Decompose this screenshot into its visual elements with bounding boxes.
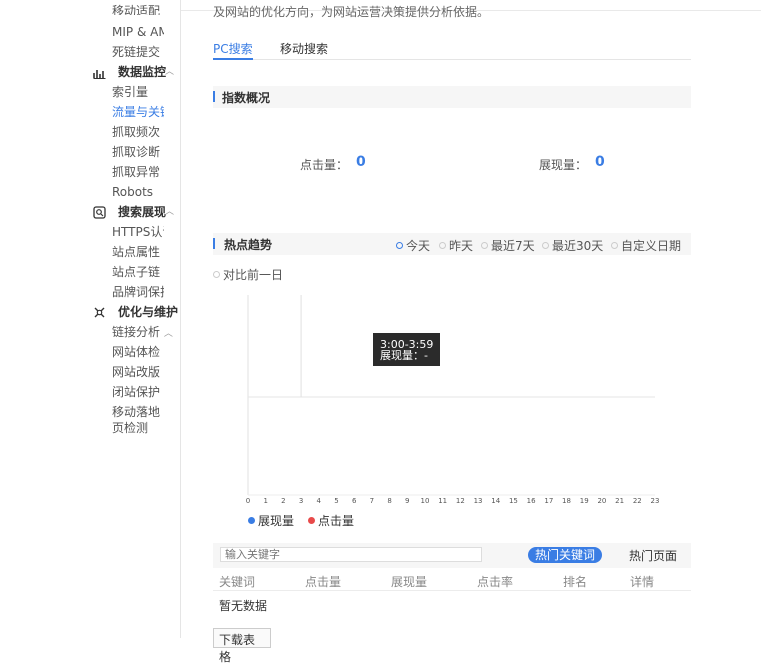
sidebar-item-site-check[interactable]: 网站体检 <box>112 344 160 360</box>
sidebar-item-site-attr[interactable]: 站点属性 <box>112 244 160 260</box>
x-tick-label: 0 <box>246 497 250 505</box>
sidebar-item-crawl-freq[interactable]: 抓取频次 <box>112 124 160 140</box>
download-table-button[interactable]: 下载表格 <box>213 628 271 664</box>
x-tick-label: 2 <box>281 497 285 505</box>
impressions-value[interactable]: 0 <box>595 154 605 170</box>
x-tick-label: 3 <box>299 497 303 505</box>
section-marker <box>213 238 215 249</box>
x-tick-label: 16 <box>527 497 536 505</box>
column-header-ctr[interactable]: 点击率 <box>477 573 513 590</box>
x-tick-label: 19 <box>580 497 589 505</box>
sidebar-item-close-protect[interactable]: 闭站保护 <box>112 384 160 400</box>
column-header-keyword[interactable]: 关键词 <box>219 573 255 590</box>
x-tick-label: 6 <box>352 497 357 505</box>
clicks-value[interactable]: 0 <box>356 154 366 170</box>
column-header-rank[interactable]: 排名 <box>563 573 587 590</box>
sidebar-item-robots[interactable]: Robots <box>112 184 153 200</box>
x-tick-label: 22 <box>633 497 642 505</box>
hot-trend-chart[interactable]: 0 1 2 3 4 5 6 7 8 9 10 11 12 13 14 15 16 17 18 19 20 21 22 23 <box>240 290 670 510</box>
legend-dot <box>248 517 255 524</box>
sidebar-item-link-analysis[interactable]: 链接分析 ︿ <box>112 324 173 342</box>
column-header-impressions[interactable]: 展现量 <box>391 573 427 590</box>
section-marker <box>213 91 215 102</box>
column-header-detail[interactable]: 详情 <box>630 573 654 590</box>
sidebar-group-search[interactable]: 搜索展现 <box>118 204 166 220</box>
page-description: 及网站的优化方向，为网站运营决策提供分析依据。 <box>213 5 490 19</box>
keyword-search-input[interactable] <box>220 547 482 562</box>
x-tick-label: 14 <box>491 497 500 505</box>
sidebar-item-https[interactable]: HTTPS认证 <box>112 224 164 240</box>
x-tick-label: 15 <box>509 497 518 505</box>
x-tick-label: 17 <box>544 497 553 505</box>
overview-title: 指数概况 <box>222 91 271 105</box>
range-30days-radio[interactable]: 最近30天 <box>542 237 603 254</box>
x-tick-label: 1 <box>263 497 267 505</box>
x-tick-label: 10 <box>420 497 429 505</box>
range-yesterday-radio[interactable]: 昨天 <box>439 237 473 254</box>
active-tab-indicator <box>213 58 253 60</box>
legend-clicks[interactable]: 点击量 <box>308 512 354 529</box>
sidebar-item-mobile-landing[interactable]: 移动落地页检测 <box>112 404 164 436</box>
tooltip-line: 展现量：- <box>380 349 428 362</box>
sidebar-item-brand[interactable]: 品牌词保护 <box>112 284 164 300</box>
sidebar: 移动适配 MIP & AMP 死链提交 数据监控 ︿ 索引量 流量与关键词 抓取… <box>0 0 181 638</box>
x-tick-label: 23 <box>651 497 660 505</box>
sidebar-item-deadlink[interactable]: 死链提交 <box>112 44 160 60</box>
x-tick-label: 7 <box>370 497 374 505</box>
x-tick-label: 9 <box>405 497 409 505</box>
x-tick-label: 18 <box>562 497 571 505</box>
tab-mobile-search[interactable]: 移动搜索 <box>280 40 328 57</box>
search-display-icon <box>92 205 106 219</box>
empty-state-text: 暂无数据 <box>219 599 268 613</box>
sidebar-item-mobile-adapt[interactable]: 移动适配 <box>112 3 160 15</box>
sidebar-item-sitelinks[interactable]: 站点子链 <box>112 264 160 280</box>
x-tick-label: 8 <box>387 497 391 505</box>
chevron-up-icon[interactable]: ︿ <box>165 64 174 80</box>
legend-dot <box>308 517 315 524</box>
hot-pages-tab[interactable]: 热门页面 <box>629 547 677 564</box>
range-today-radio[interactable]: 今天 <box>396 237 430 254</box>
hot-trend-title: 热点趋势 <box>224 238 273 252</box>
sidebar-item-crawl-diag[interactable]: 抓取诊断 <box>112 144 160 160</box>
tab-pc-search[interactable]: PC搜索 <box>213 40 253 57</box>
range-7days-radio[interactable]: 最近7天 <box>481 237 535 254</box>
sidebar-group-monitor[interactable]: 数据监控 <box>118 64 166 80</box>
chart-tooltip: 3:00-3:59 展现量：- <box>373 333 440 366</box>
sidebar-item-crawl-error[interactable]: 抓取异常 <box>112 164 160 180</box>
optimize-icon <box>92 305 106 319</box>
range-custom-radio[interactable]: 自定义日期 <box>611 237 681 254</box>
sidebar-item-revamp[interactable]: 网站改版 <box>112 364 160 380</box>
sidebar-group-optimize[interactable]: 优化与维护 <box>118 304 178 320</box>
x-tick-label: 5 <box>334 497 338 505</box>
clicks-label: 点击量： <box>300 158 349 172</box>
sidebar-item-index[interactable]: 索引量 <box>112 84 148 100</box>
compare-prev-day-checkbox[interactable]: 对比前一日 <box>213 266 283 283</box>
x-tick-label: 13 <box>474 497 483 505</box>
sidebar-item-mip-amp[interactable]: MIP & AMP <box>112 24 164 40</box>
overview-header: 指数概况 <box>213 86 691 108</box>
table-divider <box>213 590 691 591</box>
x-tick-label: 20 <box>597 497 606 505</box>
search-type-tabs: PC搜索 移动搜索 <box>213 38 691 60</box>
chart-bars-icon <box>92 66 106 80</box>
x-tick-label: 12 <box>456 497 465 505</box>
chevron-up-icon[interactable]: ︿ <box>165 204 174 220</box>
keyword-toolbar: 热门关键词 热门页面 <box>213 543 691 568</box>
x-tick-label: 11 <box>438 497 447 505</box>
x-tick-label: 21 <box>615 497 624 505</box>
hot-keywords-tab[interactable]: 热门关键词 <box>528 547 602 563</box>
impressions-label: 展现量： <box>539 158 588 172</box>
sidebar-item-traffic[interactable]: 流量与关键词 <box>112 104 164 120</box>
column-header-clicks[interactable]: 点击量 <box>305 573 341 590</box>
legend-impressions[interactable]: 展现量 <box>248 512 294 529</box>
chevron-up-icon[interactable]: ︿ <box>164 329 173 339</box>
x-tick-label: 4 <box>317 497 322 505</box>
